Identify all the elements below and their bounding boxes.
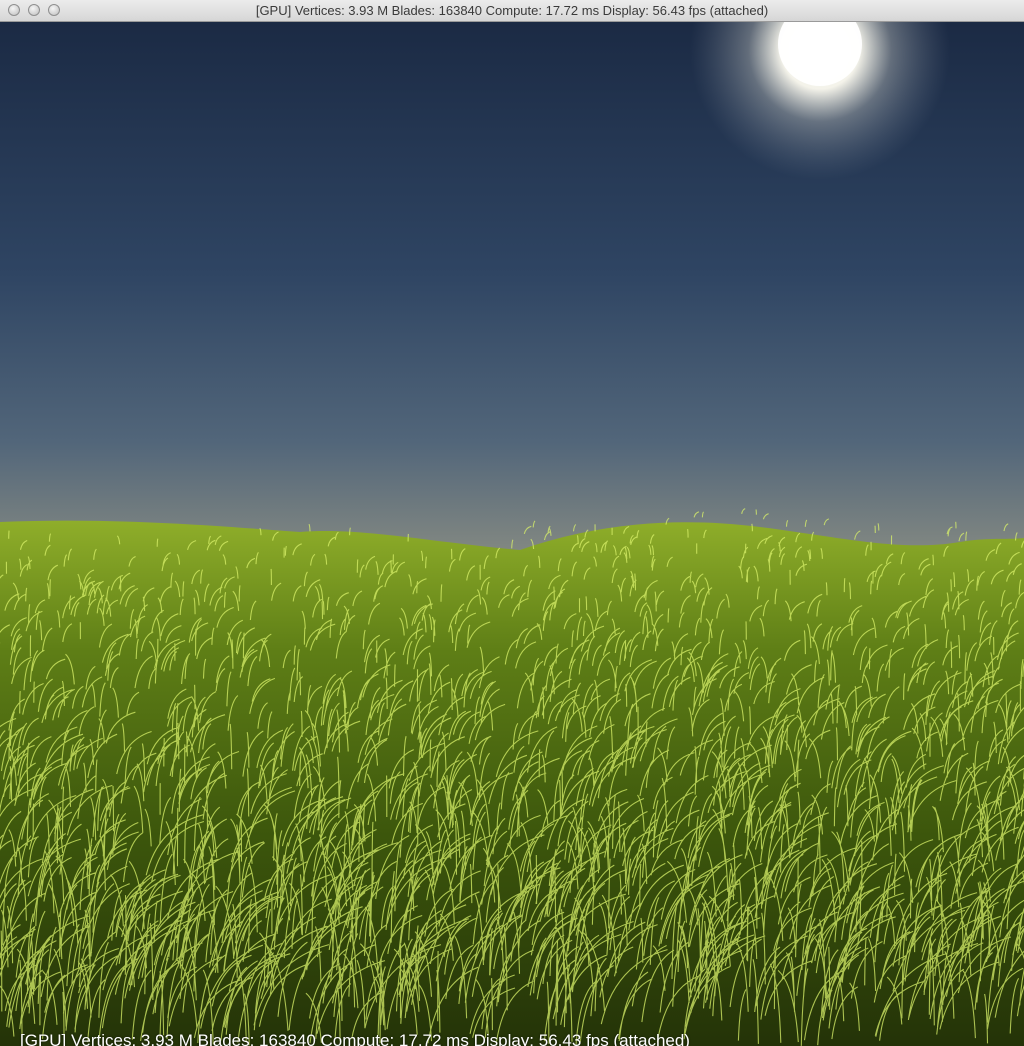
title-bar[interactable]: [GPU] Vertices: 3.93 M Blades: 163840 Co… bbox=[0, 0, 1024, 22]
window-title: [GPU] Vertices: 3.93 M Blades: 163840 Co… bbox=[255, 3, 769, 18]
grass-field bbox=[0, 520, 1024, 1046]
render-viewport[interactable]: [GPU] Vertices: 3.93 M Blades: 163840 Co… bbox=[0, 22, 1024, 1046]
grass-scene bbox=[0, 22, 1024, 1046]
app-window: [GPU] Vertices: 3.93 M Blades: 163840 Co… bbox=[0, 0, 1024, 1046]
stats-overlay: [GPU] Vertices: 3.93 M Blades: 163840 Co… bbox=[20, 1031, 690, 1046]
